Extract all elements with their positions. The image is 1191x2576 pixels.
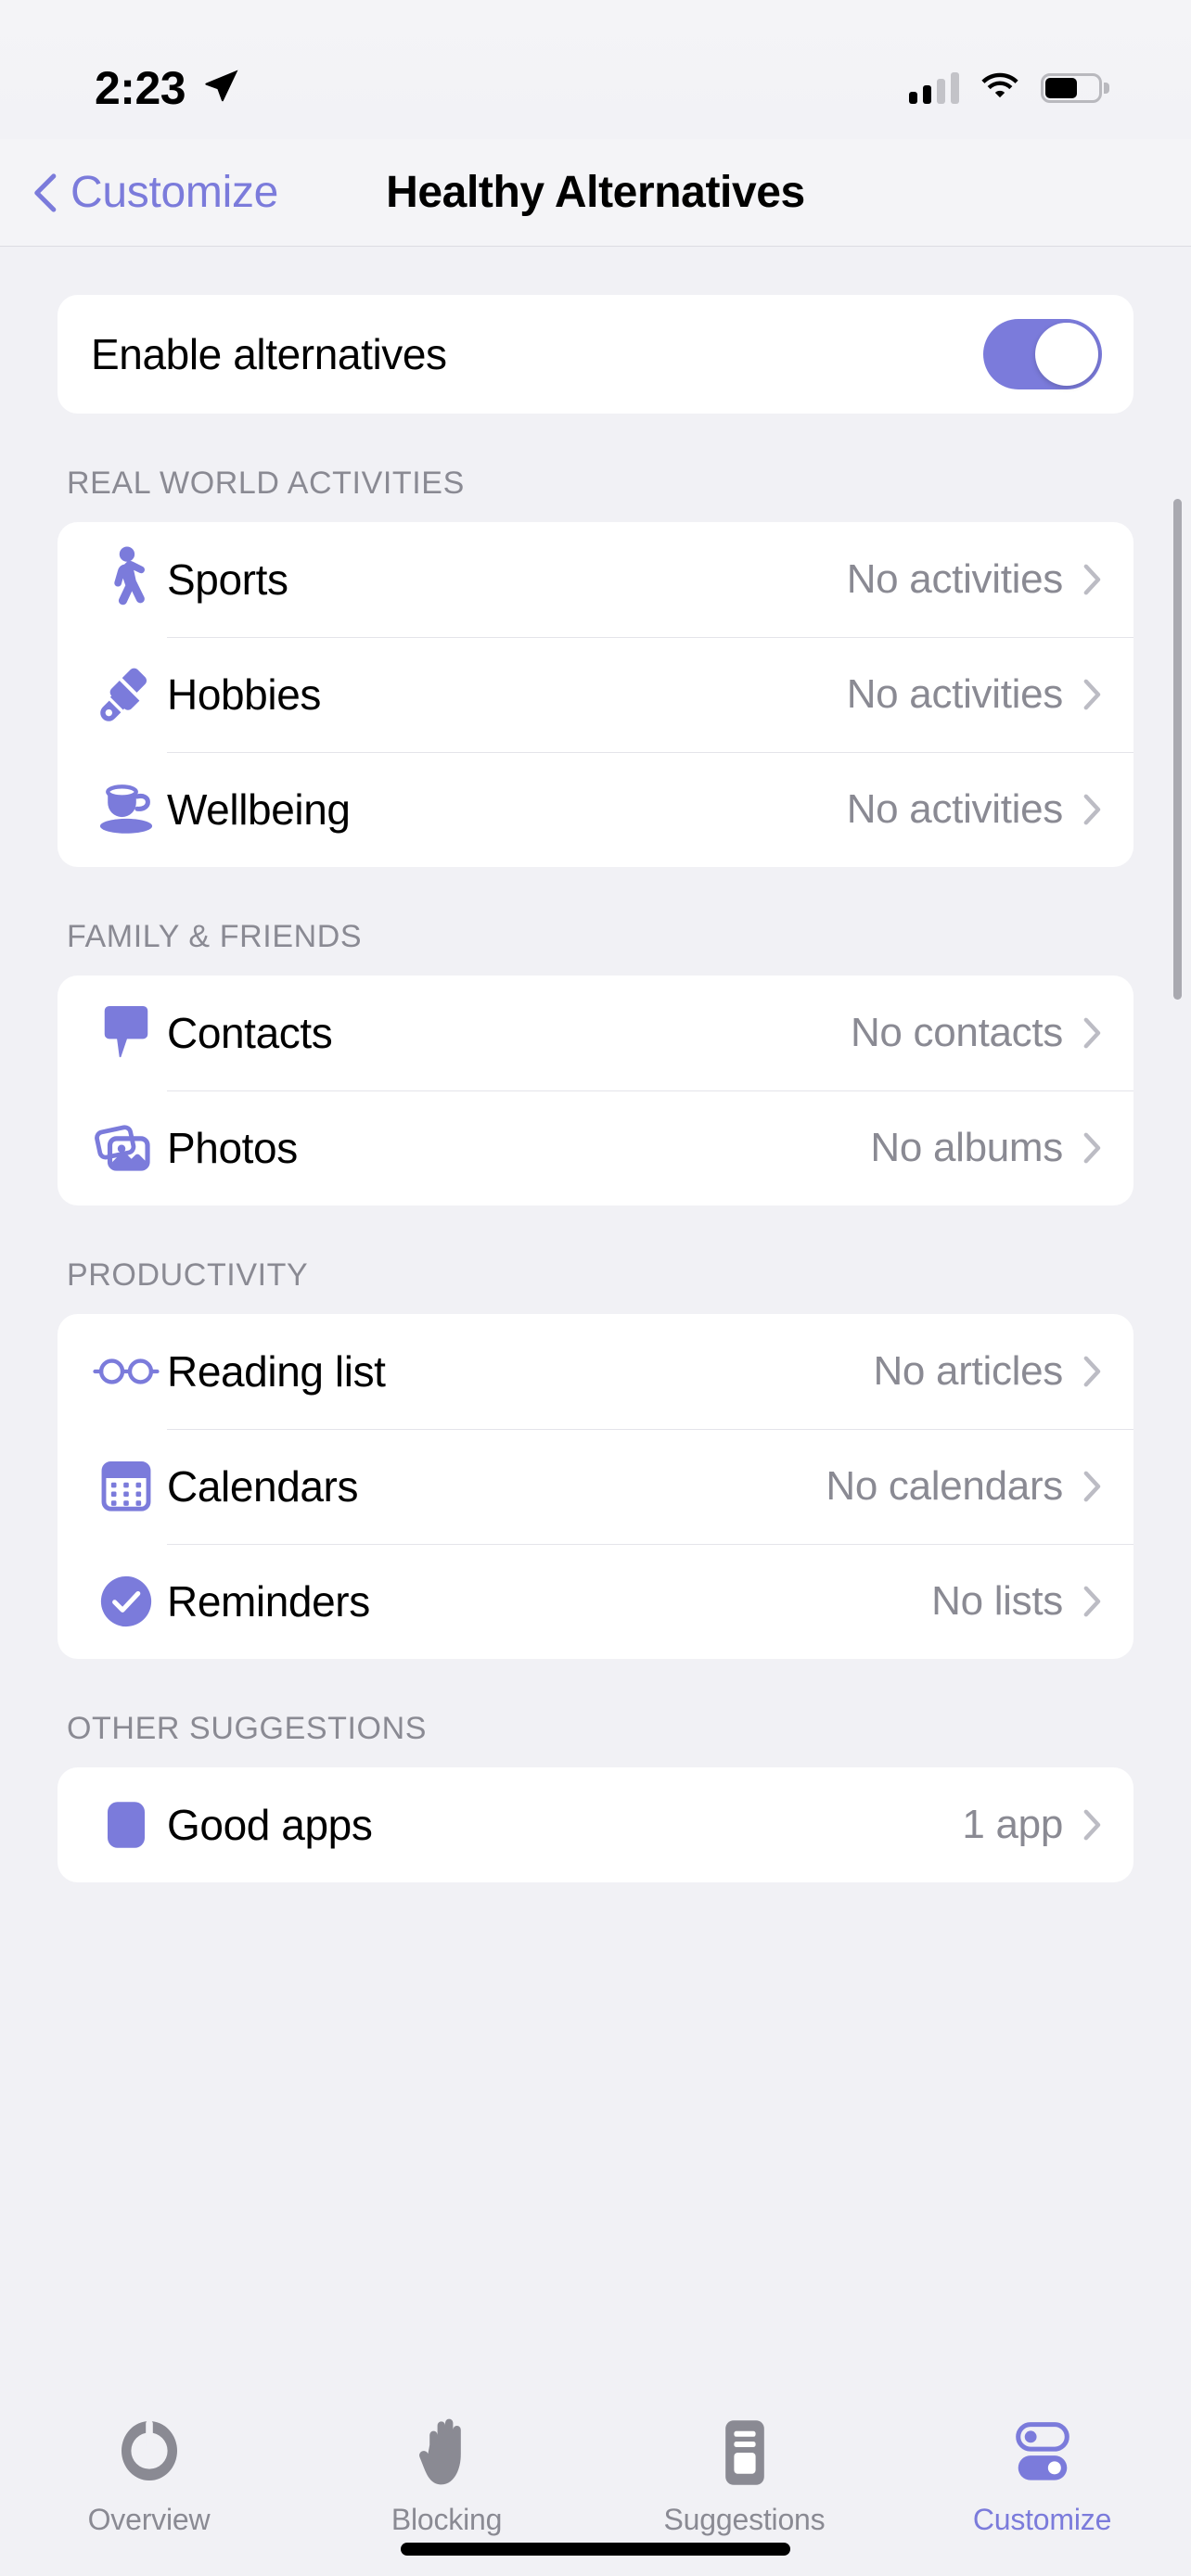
row-label-reading-list: Reading list <box>167 1347 386 1396</box>
tab-customize[interactable]: Customize <box>893 2417 1191 2537</box>
row-label-sports: Sports <box>167 555 288 604</box>
calendar-icon <box>85 1446 167 1527</box>
section-card-real-world-activities: Sports No activities Hobbies No activiti <box>58 522 1133 867</box>
gauge-icon <box>117 2417 182 2488</box>
card-list-icon <box>719 2417 771 2488</box>
row-good-apps[interactable]: Good apps 1 app <box>58 1767 1133 1882</box>
chevron-right-icon <box>1083 1586 1102 1617</box>
section-header-real-world-activities: REAL WORLD ACTIVITIES <box>67 465 465 501</box>
chevron-right-icon <box>1083 1132 1102 1164</box>
section-header-productivity: PRODUCTIVITY <box>67 1257 309 1293</box>
location-arrow-icon <box>202 67 241 110</box>
enable-alternatives-card: Enable alternatives <box>58 295 1133 414</box>
chevron-right-icon <box>1083 1356 1102 1387</box>
row-label-hobbies: Hobbies <box>167 670 321 719</box>
enable-alternatives-row[interactable]: Enable alternatives <box>58 295 1133 414</box>
tab-label-customize: Customize <box>972 2503 1112 2536</box>
chevron-right-icon <box>1083 679 1102 710</box>
tab-label-overview: Overview <box>87 2503 211 2536</box>
tab-label-suggestions: Suggestions <box>663 2503 826 2536</box>
row-label-good-apps: Good apps <box>167 1801 373 1849</box>
sliders-icon <box>1008 2417 1077 2488</box>
app-square-icon <box>85 1784 167 1866</box>
chevron-right-icon <box>1083 1017 1102 1049</box>
check-circle-icon <box>85 1561 167 1642</box>
tab-overview[interactable]: Overview <box>0 2417 298 2537</box>
tab-blocking[interactable]: Blocking <box>298 2417 596 2537</box>
chevron-right-icon <box>1083 1471 1102 1502</box>
vertical-scrollbar[interactable] <box>1173 499 1182 1000</box>
row-reminders[interactable]: Reminders No lists <box>58 1544 1133 1659</box>
row-value-reading-list: No articles <box>873 1348 1063 1394</box>
toggle-knob <box>1035 323 1098 386</box>
settings-scroll-view[interactable]: Enable alternatives REAL WORLD ACTIVITIE… <box>0 247 1191 2391</box>
hand-icon <box>417 2417 477 2488</box>
status-bar-right <box>909 70 1109 107</box>
enable-alternatives-toggle[interactable] <box>983 319 1102 389</box>
row-value-reminders: No lists <box>931 1578 1063 1624</box>
back-button-label: Customize <box>70 168 279 217</box>
row-hobbies[interactable]: Hobbies No activities <box>58 637 1133 752</box>
row-label-wellbeing: Wellbeing <box>167 785 351 834</box>
row-value-sports: No activities <box>846 556 1064 602</box>
row-label-photos: Photos <box>167 1124 298 1172</box>
row-value-wellbeing: No activities <box>846 786 1064 832</box>
tab-label-blocking: Blocking <box>391 2503 503 2536</box>
app-screen: 2:23 Customize Healthy Alternatives Enab… <box>0 0 1191 2576</box>
section-card-family-and-friends: Contacts No contacts Photos No albums <box>58 976 1133 1205</box>
photo-stack-icon <box>85 1107 167 1189</box>
glasses-icon <box>85 1331 167 1412</box>
chevron-right-icon <box>1083 1809 1102 1841</box>
row-label-calendars: Calendars <box>167 1462 359 1511</box>
status-bar: 2:23 <box>0 0 1191 139</box>
teacup-icon <box>85 769 167 850</box>
row-value-calendars: No calendars <box>826 1463 1063 1509</box>
row-label-reminders: Reminders <box>167 1577 370 1626</box>
chevron-right-icon <box>1083 794 1102 825</box>
row-contacts[interactable]: Contacts No contacts <box>58 976 1133 1090</box>
paintbrush-icon <box>85 654 167 735</box>
row-label-contacts: Contacts <box>167 1009 333 1057</box>
cellular-signal-icon <box>909 72 959 104</box>
section-header-other-suggestions: OTHER SUGGESTIONS <box>67 1711 428 1746</box>
section-header-family-and-friends: FAMILY & FRIENDS <box>67 919 363 954</box>
row-value-hobbies: No activities <box>846 671 1064 717</box>
status-bar-left: 2:23 <box>95 61 241 115</box>
row-value-good-apps: 1 app <box>962 1802 1063 1847</box>
speech-bubble-icon <box>85 992 167 1074</box>
tab-suggestions[interactable]: Suggestions <box>596 2417 893 2537</box>
navigation-bar: Customize Healthy Alternatives <box>0 139 1191 247</box>
section-card-other-suggestions: Good apps 1 app <box>58 1767 1133 1882</box>
status-bar-clock: 2:23 <box>95 62 186 114</box>
chevron-left-icon <box>33 172 58 212</box>
section-card-productivity: Reading list No articles Calendars No ca… <box>58 1314 1133 1659</box>
row-wellbeing[interactable]: Wellbeing No activities <box>58 752 1133 867</box>
walking-person-icon <box>85 539 167 620</box>
wifi-icon <box>980 70 1020 107</box>
row-calendars[interactable]: Calendars No calendars <box>58 1429 1133 1544</box>
row-photos[interactable]: Photos No albums <box>58 1090 1133 1205</box>
back-button[interactable]: Customize <box>33 167 278 218</box>
row-reading-list[interactable]: Reading list No articles <box>58 1314 1133 1429</box>
row-value-photos: No albums <box>870 1125 1063 1170</box>
battery-icon <box>1041 73 1109 103</box>
chevron-right-icon <box>1083 564 1102 595</box>
home-indicator[interactable] <box>401 2543 790 2556</box>
row-sports[interactable]: Sports No activities <box>58 522 1133 637</box>
enable-alternatives-label: Enable alternatives <box>91 330 447 378</box>
row-value-contacts: No contacts <box>850 1010 1063 1055</box>
